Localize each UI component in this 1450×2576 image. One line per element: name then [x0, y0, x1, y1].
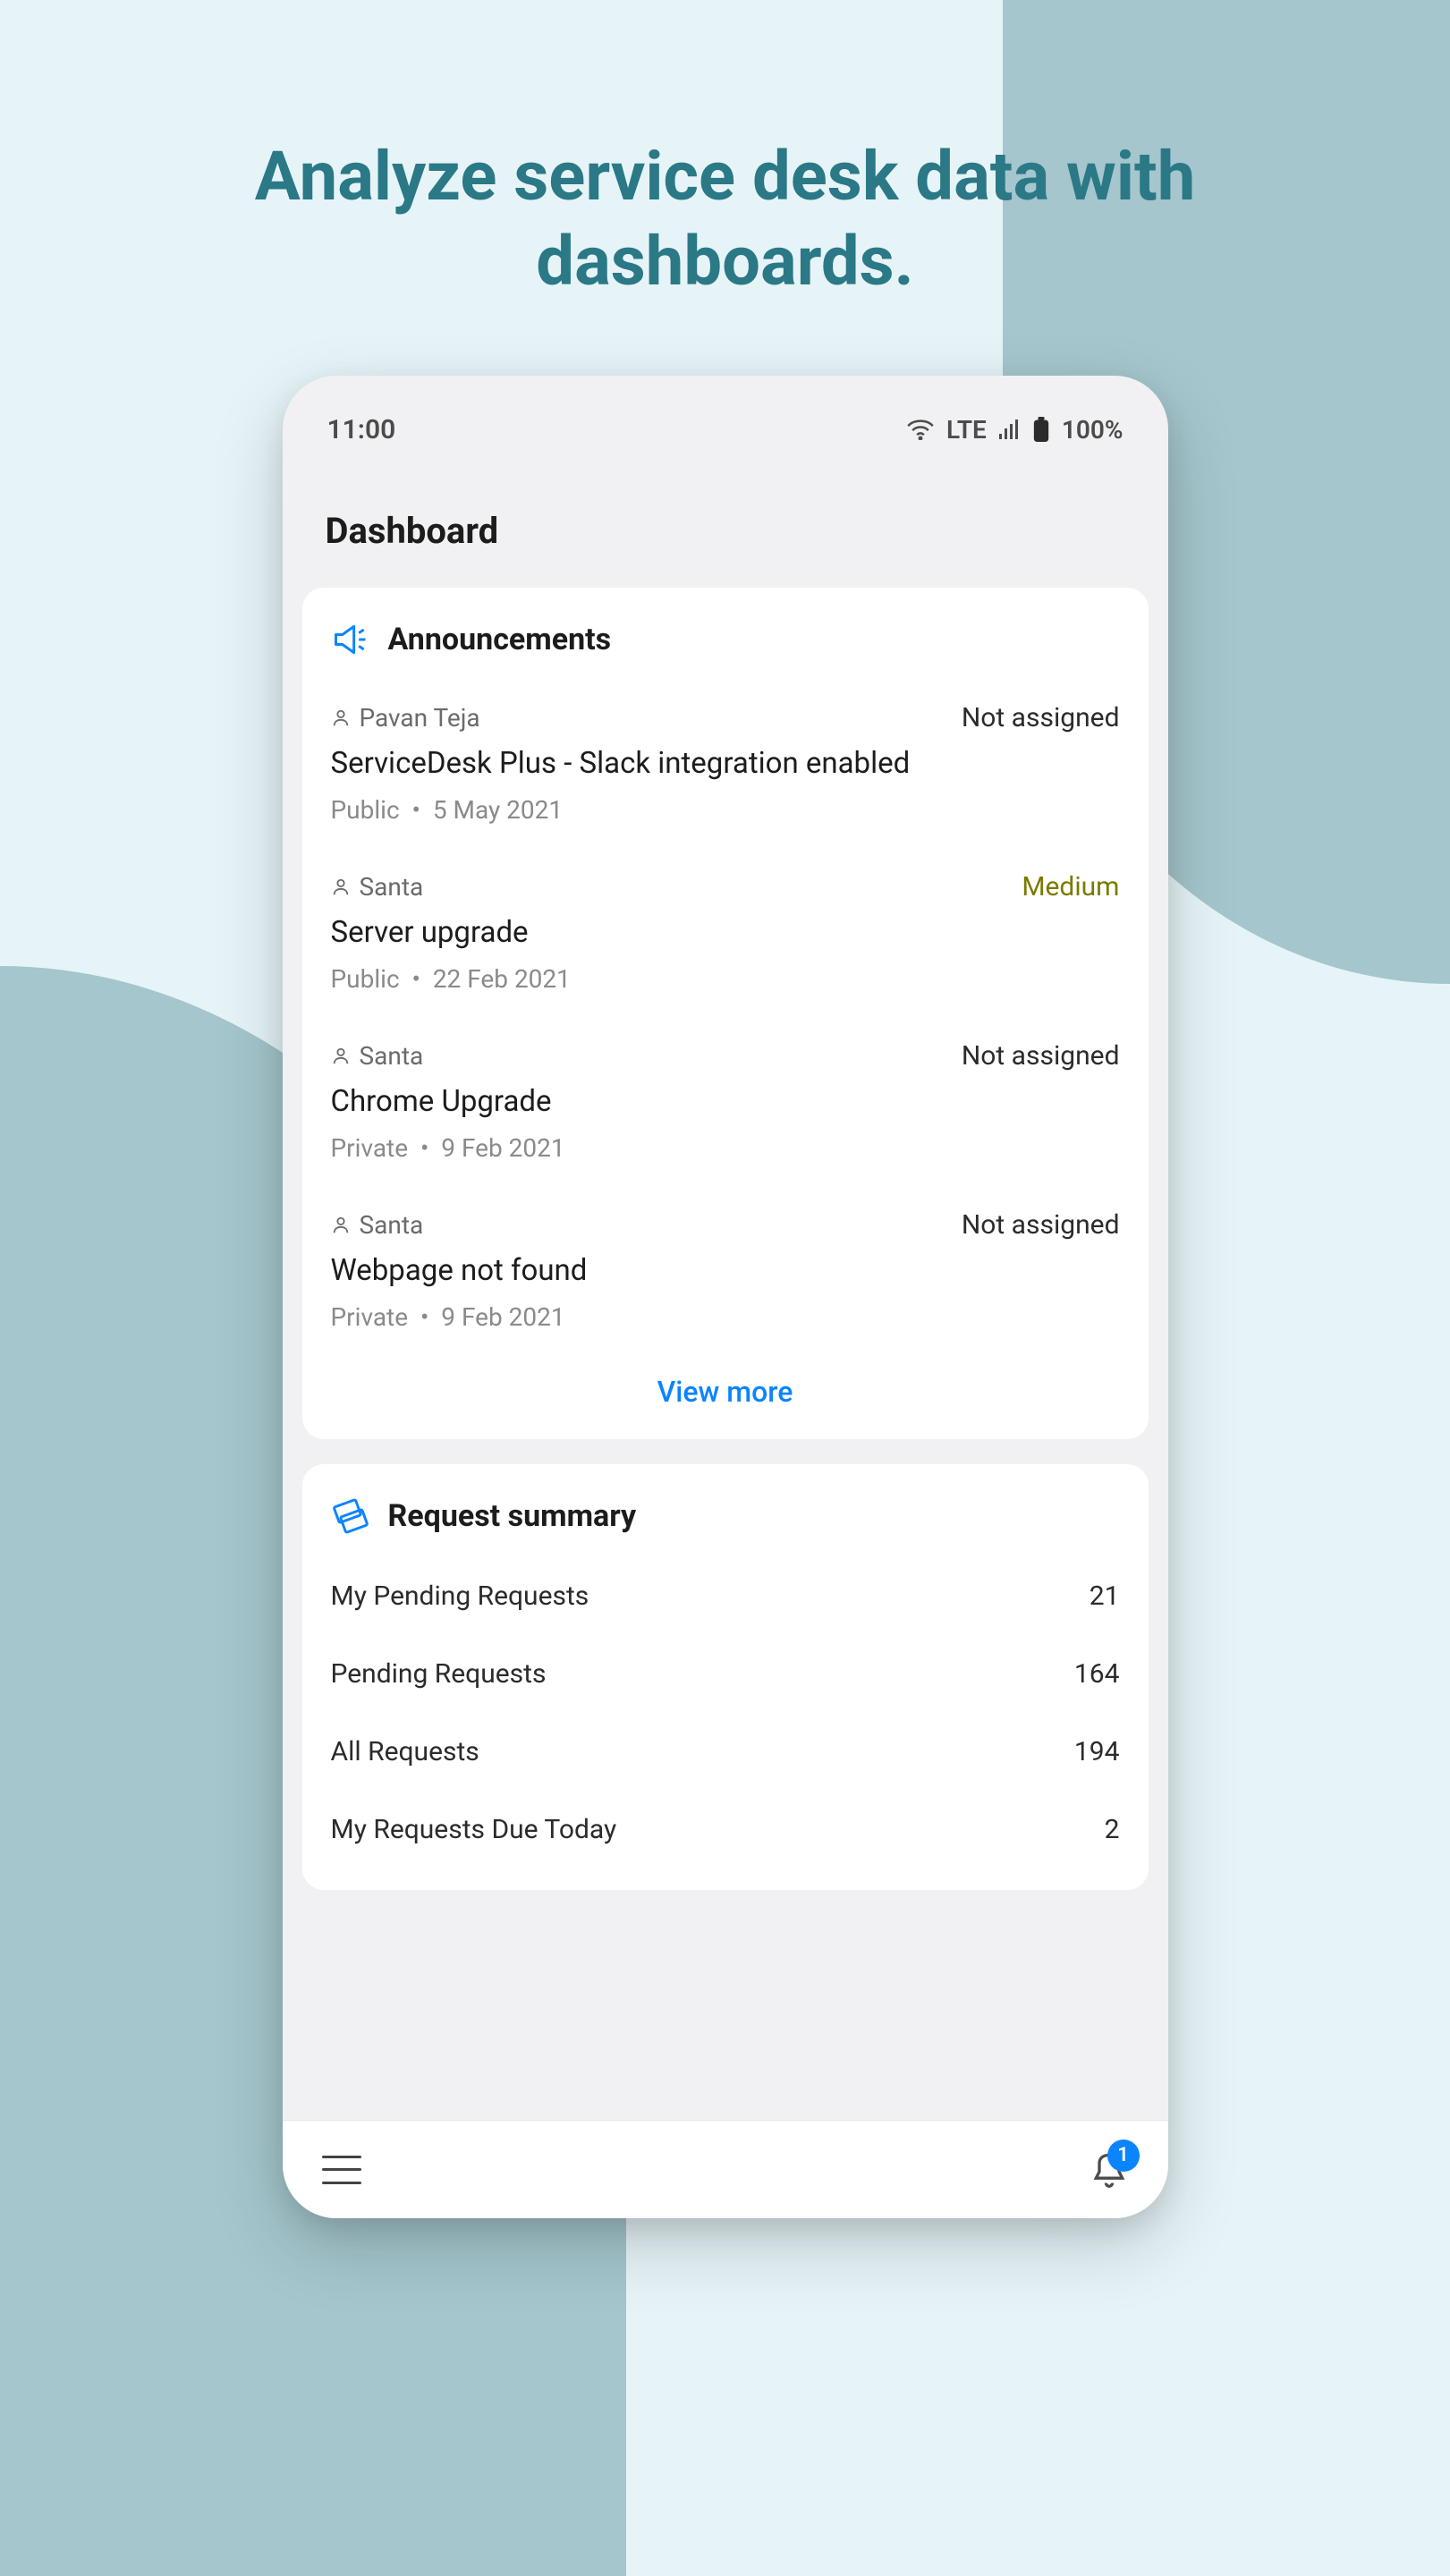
announcements-title: Announcements — [388, 622, 612, 657]
summary-label: My Pending Requests — [331, 1580, 589, 1612]
wifi-icon — [907, 419, 934, 440]
person-icon — [331, 1216, 351, 1235]
network-label: LTE — [946, 415, 987, 445]
announcement-meta: Private • 9 Feb 2021 — [331, 1133, 1120, 1163]
person-icon — [331, 708, 351, 728]
summary-label: My Requests Due Today — [331, 1814, 617, 1845]
status-bar: 11:00 LTE — [283, 402, 1168, 456]
dashboard-content: Announcements Pavan Teja Not assigned Se… — [283, 588, 1168, 2120]
summary-value: 164 — [1074, 1658, 1120, 1690]
notification-badge: 1 — [1107, 2140, 1140, 2172]
announcement-author: Santa — [331, 1210, 424, 1240]
status-time: 11:00 — [327, 414, 396, 445]
menu-button[interactable] — [322, 2156, 361, 2184]
status-indicators: LTE 100% — [907, 415, 1124, 445]
battery-icon — [1033, 417, 1049, 442]
announcement-meta: Public • 22 Feb 2021 — [331, 964, 1120, 994]
announcement-meta: Public • 5 May 2021 — [331, 795, 1120, 825]
announcement-status: Not assigned — [962, 702, 1120, 733]
announcements-header: Announcements — [331, 620, 1120, 659]
announcements-card: Announcements Pavan Teja Not assigned Se… — [302, 588, 1149, 1439]
summary-label: All Requests — [331, 1736, 479, 1767]
announcement-author-name: Santa — [360, 872, 424, 902]
summary-value: 21 — [1090, 1580, 1120, 1612]
announcement-author: Santa — [331, 1041, 424, 1071]
announcement-title: Server upgrade — [331, 915, 1120, 950]
summary-label: Pending Requests — [331, 1658, 547, 1690]
person-icon — [331, 877, 351, 897]
announcement-author: Pavan Teja — [331, 703, 480, 733]
view-more-link[interactable]: View more — [331, 1357, 1120, 1418]
announcement-item[interactable]: Santa Medium Server upgrade Public • 22 … — [331, 850, 1120, 1019]
announcement-author-name: Santa — [360, 1041, 424, 1071]
announcement-status: Not assigned — [962, 1040, 1120, 1072]
request-summary-header: Request summary — [331, 1496, 1120, 1536]
announcement-status: Not assigned — [962, 1209, 1120, 1241]
summary-value: 194 — [1074, 1736, 1120, 1767]
page-title: Dashboard — [283, 456, 1168, 588]
summary-value: 2 — [1105, 1814, 1120, 1845]
ticket-icon — [331, 1496, 370, 1536]
summary-row[interactable]: My Pending Requests 21 — [331, 1557, 1120, 1635]
announcement-meta: Private • 9 Feb 2021 — [331, 1302, 1120, 1332]
headline-text: Analyze service desk data with dashboard… — [72, 134, 1378, 304]
announcement-item[interactable]: Santa Not assigned Webpage not found Pri… — [331, 1188, 1120, 1357]
announcement-author-name: Pavan Teja — [360, 703, 480, 733]
announcement-item[interactable]: Santa Not assigned Chrome Upgrade Privat… — [331, 1019, 1120, 1188]
phone-frame: 11:00 LTE — [283, 376, 1168, 2218]
announcement-title: Webpage not found — [331, 1253, 1120, 1288]
notifications-button[interactable]: 1 — [1090, 2150, 1129, 2190]
announcement-author: Santa — [331, 872, 424, 902]
request-summary-card: Request summary My Pending Requests 21 P… — [302, 1464, 1149, 1890]
announcement-title: Chrome Upgrade — [331, 1084, 1120, 1119]
battery-percent: 100% — [1062, 415, 1124, 445]
announcement-author-name: Santa — [360, 1210, 424, 1240]
request-summary-title: Request summary — [388, 1498, 637, 1534]
signal-icon — [999, 419, 1021, 439]
summary-row[interactable]: All Requests 194 — [331, 1713, 1120, 1791]
announcement-title: ServiceDesk Plus - Slack integration ena… — [331, 746, 1120, 781]
summary-row[interactable]: Pending Requests 164 — [331, 1635, 1120, 1713]
announcement-item[interactable]: Pavan Teja Not assigned ServiceDesk Plus… — [331, 681, 1120, 850]
bottom-nav: 1 — [283, 2120, 1168, 2218]
megaphone-icon — [331, 620, 370, 659]
announcement-status: Medium — [1022, 871, 1119, 902]
summary-row[interactable]: My Requests Due Today 2 — [331, 1791, 1120, 1868]
person-icon — [331, 1046, 351, 1066]
